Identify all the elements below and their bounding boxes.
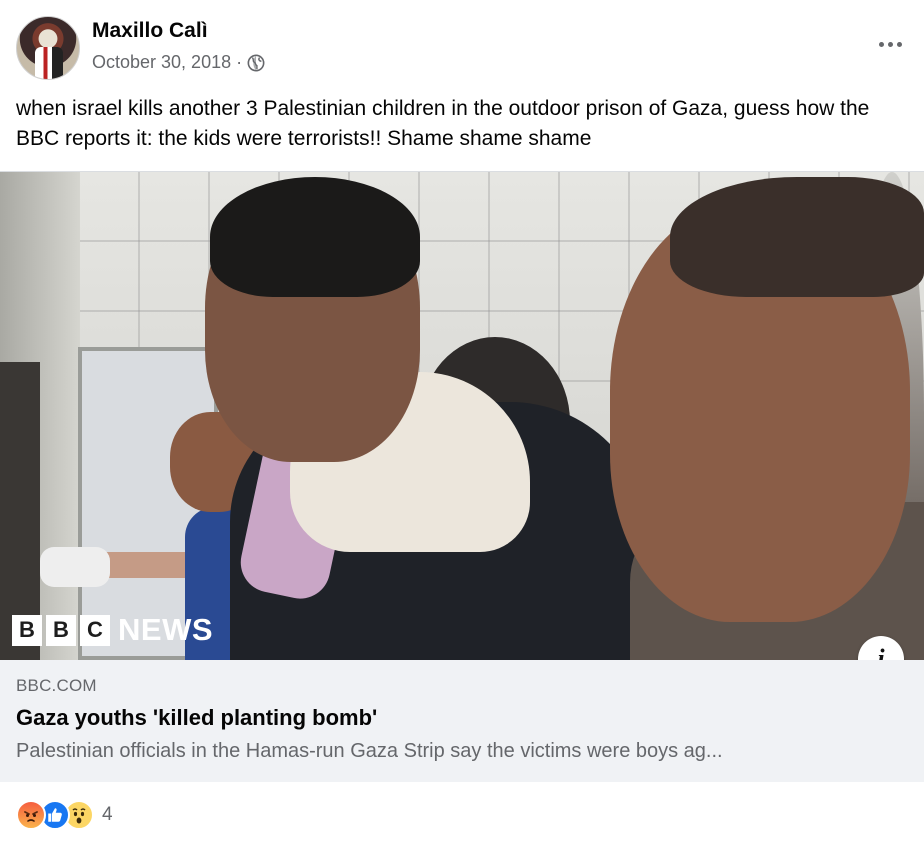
reactions-summary[interactable]: 4 [16, 798, 113, 832]
reaction-count[interactable]: 4 [102, 804, 113, 826]
angry-reaction-icon [16, 800, 46, 830]
bbc-news-logo: B B C NEWS [12, 612, 213, 648]
link-domain: BBC.COM [16, 676, 97, 695]
info-icon-glyph: i [877, 644, 885, 660]
meta-separator: · [236, 52, 243, 72]
link-description: Palestinian officials in the Hamas-run G… [16, 740, 723, 762]
post-text: when israel kills another 3 Palestinian … [16, 97, 870, 150]
link-preview-card[interactable]: B B C NEWS i BBC.COM Gaza youths 'killed… [0, 171, 924, 782]
link-title[interactable]: Gaza youths 'killed planting bomb' [16, 705, 908, 731]
link-preview-image[interactable]: B B C NEWS i [0, 172, 924, 660]
post-header: Maxillo Calì October 30, 2018 · [16, 16, 908, 80]
more-dot [896, 41, 902, 47]
bbc-logo-news: NEWS [118, 612, 213, 647]
person-hair [670, 177, 924, 297]
bbc-logo-block: B [46, 614, 76, 646]
post-meta: October 30, 2018 · [92, 52, 265, 73]
more-dot [878, 41, 884, 47]
link-info[interactable]: BBC.COM Gaza youths 'killed planting bom… [0, 660, 924, 782]
globe-icon[interactable] [247, 54, 265, 72]
author-avatar[interactable] [16, 16, 80, 80]
more-dot [887, 41, 893, 47]
post-date[interactable]: October 30, 2018 [92, 52, 231, 73]
more-options-icon[interactable] [872, 30, 908, 58]
bbc-logo-block: B [12, 614, 42, 646]
bbc-logo-block: C [80, 614, 110, 646]
facebook-post: Maxillo Calì October 30, 2018 · when isr… [0, 0, 924, 842]
author-name[interactable]: Maxillo Calì [92, 19, 208, 43]
white-glove [40, 547, 110, 587]
person-hair [210, 177, 420, 297]
